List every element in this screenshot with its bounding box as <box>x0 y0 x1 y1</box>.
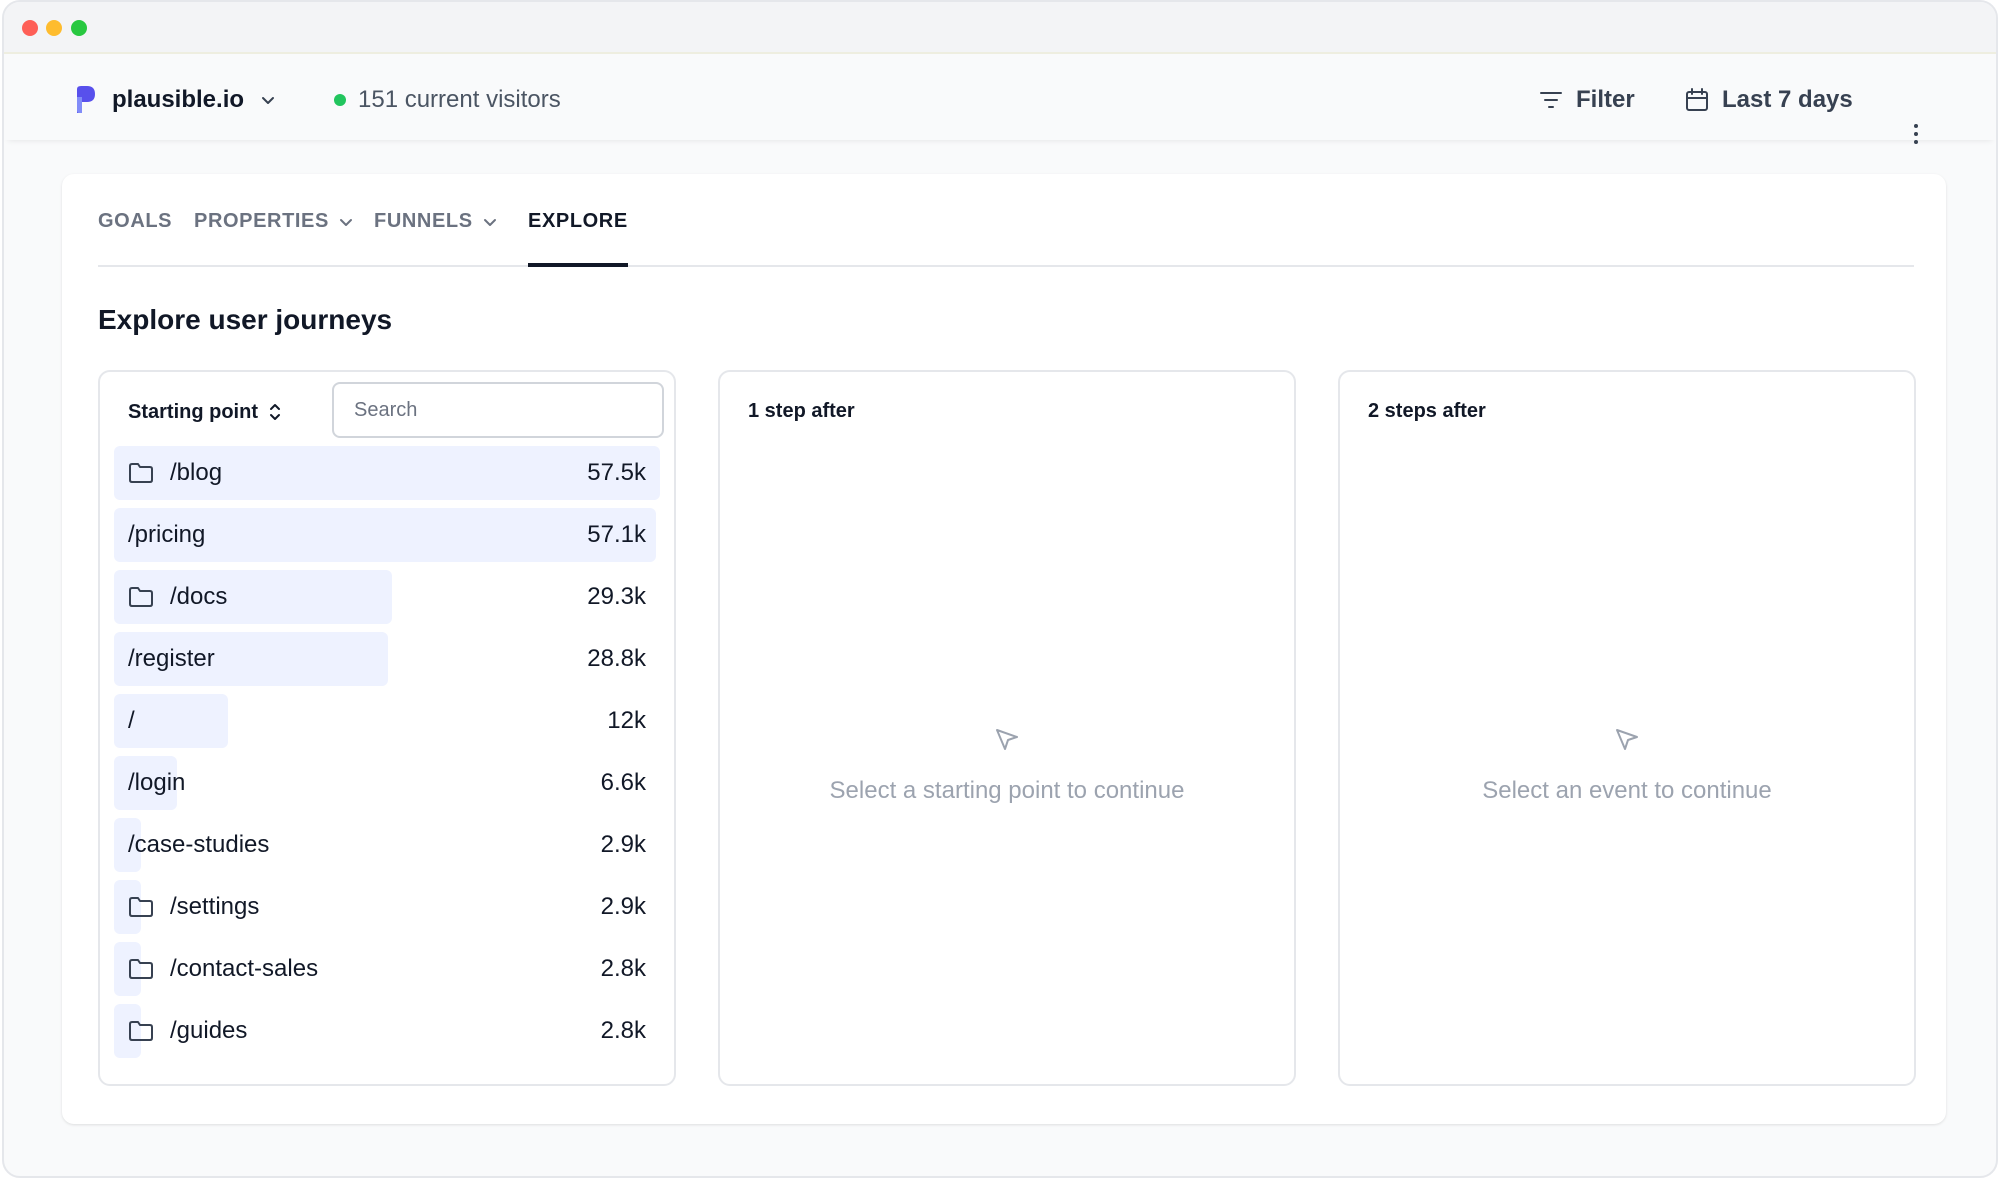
folder-icon <box>129 587 153 607</box>
row-value: 2.8k <box>600 1017 646 1044</box>
row-value: 6.6k <box>600 769 646 796</box>
window-close-button[interactable] <box>22 20 38 36</box>
starting-point-panel: Starting point /blog 57.5k/pricing 57.1k/d… <box>98 370 676 1086</box>
window-minimize-button[interactable] <box>46 20 62 36</box>
row-content: /settings 2.9k <box>128 880 646 934</box>
row-label: /login <box>128 769 186 796</box>
starting-point-sort-button[interactable]: Starting point <box>128 400 282 424</box>
list-item[interactable]: /pricing 57.1k <box>114 508 660 562</box>
step-1-title: 1 step after <box>748 400 855 422</box>
row-label: /blog <box>170 459 223 486</box>
step-1-empty-state: Select a starting point to continue <box>720 726 1294 805</box>
filter-icon <box>1540 92 1562 108</box>
folder-icon <box>129 897 153 917</box>
behaviours-card: GOALS PROPERTIES FUNNELS EXPLORE Explore… <box>62 174 1946 1124</box>
list-item[interactable]: / 12k <box>114 694 660 748</box>
plausible-logo-icon <box>77 86 95 113</box>
folder-icon <box>129 463 153 483</box>
row-label: /pricing <box>128 521 206 548</box>
row-label: /register <box>128 645 215 672</box>
row-content: /login 6.6k <box>128 756 646 810</box>
row-label: /docs <box>170 583 228 610</box>
row-label: /case-studies <box>128 831 270 858</box>
site-switcher[interactable]: plausible.io <box>74 82 276 118</box>
row-content: /contact-sales 2.8k <box>128 942 646 996</box>
list-item[interactable]: /case-studies 2.9k <box>114 818 660 872</box>
site-name: plausible.io <box>112 86 245 113</box>
date-range-label: Last 7 days <box>1722 86 1853 113</box>
tab-goals[interactable]: GOALS <box>98 210 172 267</box>
step-1-empty-text: Select a starting point to continue <box>829 777 1185 804</box>
search-input[interactable] <box>332 382 664 438</box>
list-item[interactable]: /contact-sales 2.8k <box>114 942 660 996</box>
window-titlebar <box>4 2 1996 54</box>
tab-funnels-label: FUNNELS <box>374 210 473 232</box>
step-2-title: 2 steps after <box>1368 400 1486 422</box>
row-content: /case-studies 2.9k <box>128 818 646 872</box>
row-value: 2.9k <box>600 893 646 920</box>
tab-funnels[interactable]: FUNNELS <box>374 210 497 267</box>
behaviours-tabs: GOALS PROPERTIES FUNNELS EXPLORE <box>98 174 1914 267</box>
current-visitors[interactable]: 151 current visitors <box>334 82 561 118</box>
tab-explore-label: EXPLORE <box>528 210 628 232</box>
list-item[interactable]: /docs 29.3k <box>114 570 660 624</box>
filter-button-label: Filter <box>1576 86 1635 113</box>
step-2-empty-text: Select an event to continue <box>1482 777 1772 804</box>
browser-window: plausible.io 151 current visitors Filter… <box>2 0 1998 1178</box>
chevron-down-icon <box>483 219 496 226</box>
row-label: /contact-sales <box>170 955 319 982</box>
chevron-down-icon <box>339 219 352 226</box>
tab-explore[interactable]: EXPLORE <box>528 210 628 267</box>
more-options-icon[interactable] <box>1908 121 1924 147</box>
step-2-empty-state: Select an event to continue <box>1340 726 1914 805</box>
chevron-down-icon <box>262 97 275 104</box>
list-item[interactable]: /guides 2.8k <box>114 1004 660 1058</box>
row-content: /guides 2.8k <box>128 1004 646 1058</box>
row-content: /pricing 57.1k <box>128 508 646 562</box>
current-visitors-text: 151 current visitors <box>358 86 561 113</box>
folder-icon <box>129 959 153 979</box>
list-item[interactable]: /register 28.8k <box>114 632 660 686</box>
row-value: 2.8k <box>600 955 646 982</box>
row-value: 2.9k <box>600 831 646 858</box>
row-label: /settings <box>170 893 260 920</box>
row-label: /guides <box>170 1017 248 1044</box>
row-content: / 12k <box>128 694 646 748</box>
page-title: Explore user journeys <box>98 304 393 335</box>
tab-properties-label: PROPERTIES <box>194 210 329 232</box>
row-value: 29.3k <box>587 583 646 610</box>
cursor-arrow-icon <box>1616 729 1638 750</box>
list-item[interactable]: /login 6.6k <box>114 756 660 810</box>
row-value: 28.8k <box>587 645 646 672</box>
dashboard-topbar: plausible.io 151 current visitors Filter… <box>4 56 1996 144</box>
row-value: 57.1k <box>587 521 646 548</box>
cursor-arrow-icon <box>996 729 1018 750</box>
row-content: /register 28.8k <box>128 632 646 686</box>
sort-updown-icon <box>269 404 280 420</box>
window-maximize-button[interactable] <box>71 20 87 36</box>
row-content: /docs 29.3k <box>128 570 646 624</box>
date-range-picker[interactable]: Last 7 days <box>1684 82 1853 118</box>
live-indicator-dot <box>334 94 346 106</box>
step-1-panel: 1 step after Select a starting point to … <box>718 370 1296 1086</box>
row-value: 12k <box>607 707 646 734</box>
starting-point-title: Starting point <box>128 400 258 423</box>
tab-properties[interactable]: PROPERTIES <box>194 210 353 267</box>
list-item[interactable]: /blog 57.5k <box>114 446 660 500</box>
row-label: / <box>128 707 135 734</box>
step-2-panel: 2 steps after Select an event to continu… <box>1338 370 1916 1086</box>
row-value: 57.5k <box>587 459 646 486</box>
tab-goals-label: GOALS <box>98 210 173 232</box>
folder-icon <box>129 1021 153 1041</box>
row-content: /blog 57.5k <box>128 446 646 500</box>
calendar-icon <box>1686 88 1708 111</box>
filter-button[interactable]: Filter <box>1538 82 1635 118</box>
list-item[interactable]: /settings 2.9k <box>114 880 660 934</box>
